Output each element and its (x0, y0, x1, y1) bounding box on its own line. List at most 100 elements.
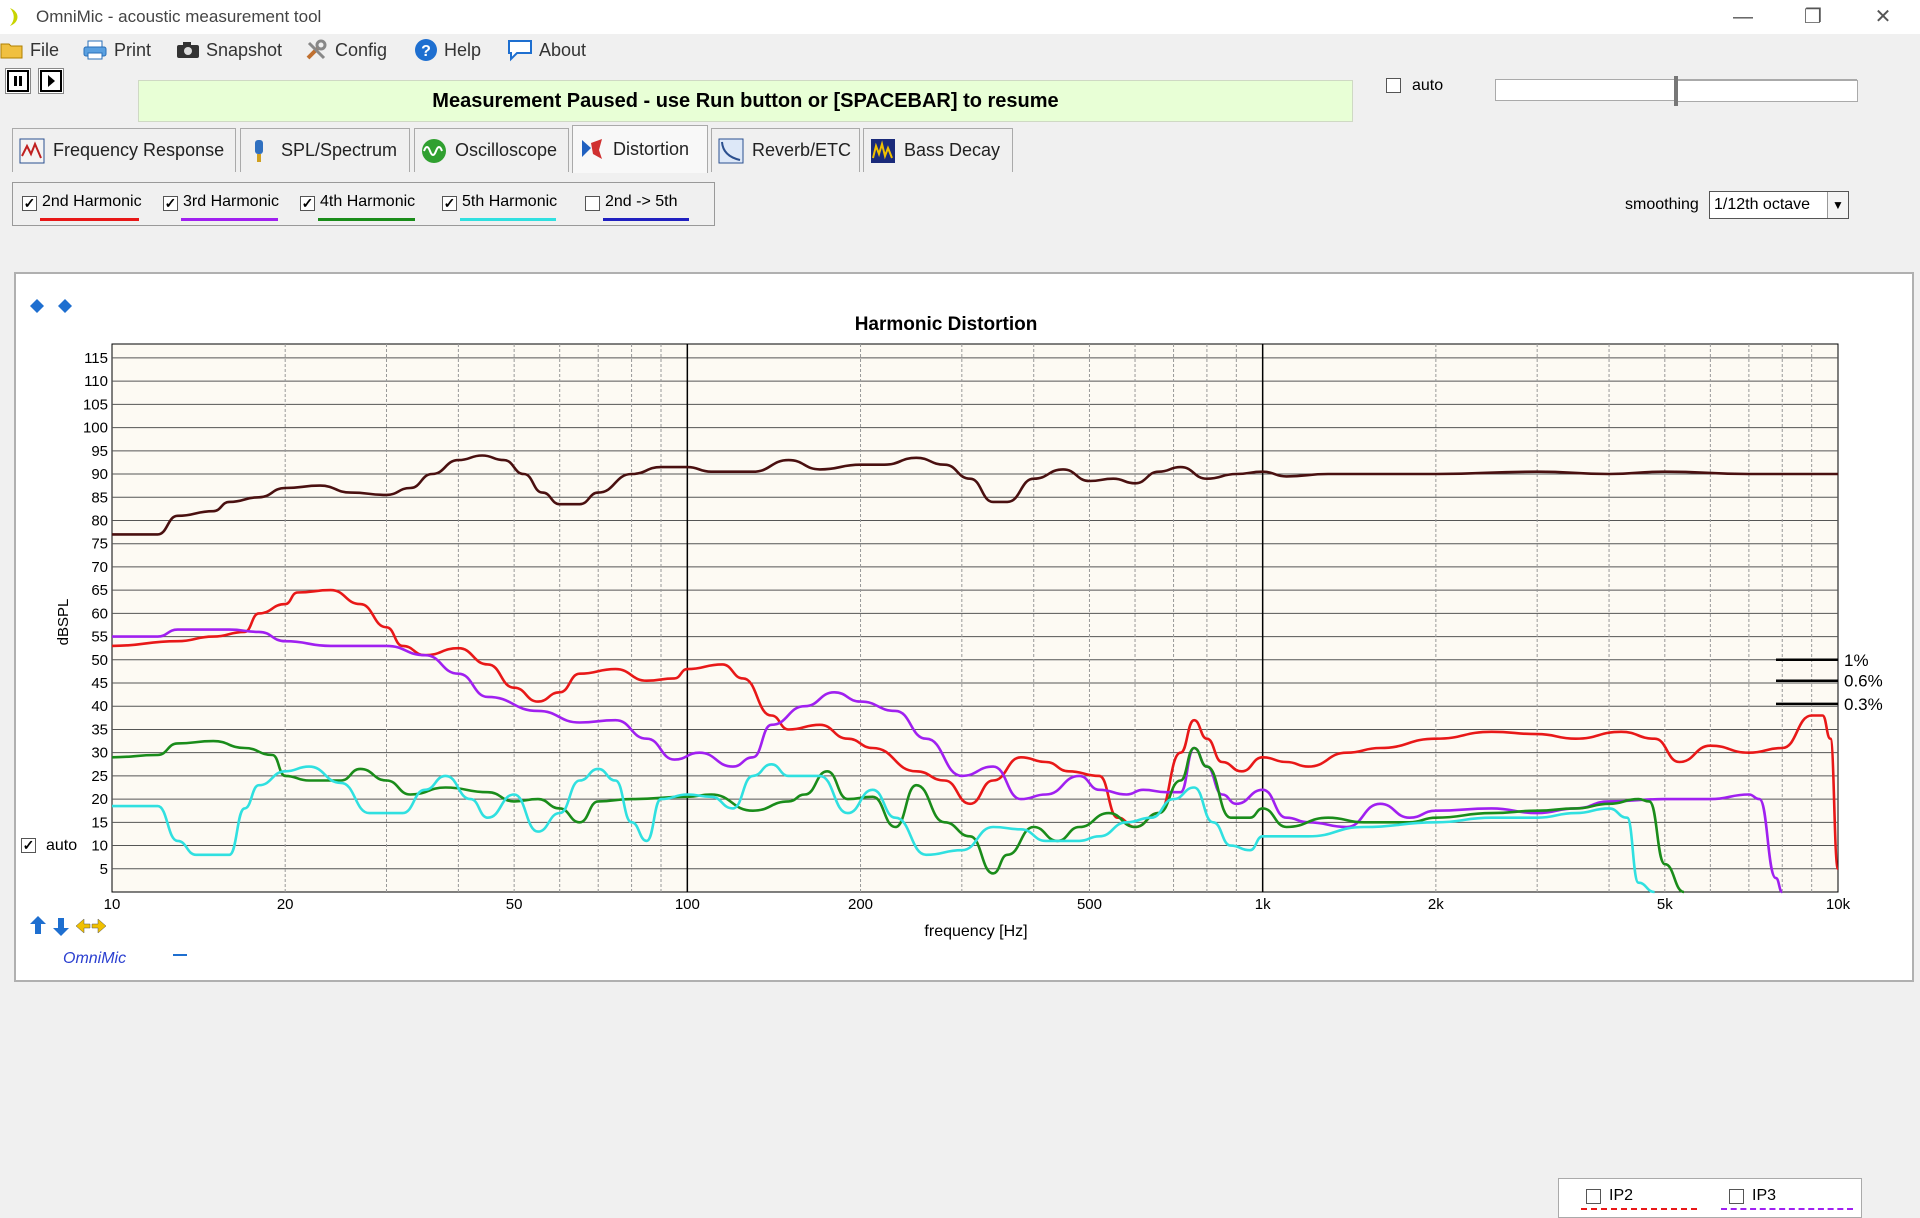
menu-about-label: About (539, 39, 587, 60)
y-tick-label: 10 (91, 838, 108, 855)
ip2-label: IP2 (1609, 1187, 1634, 1204)
ip2-checkbox[interactable] (1586, 1189, 1601, 1204)
title-bar: OmniMic - acoustic measurement tool — ❐ … (0, 0, 1920, 34)
x-tick-label: 5k (1657, 896, 1673, 913)
y-tick-label: 55 (91, 629, 108, 646)
x-tick-label: 10k (1826, 896, 1851, 913)
frequency-response-icon (19, 138, 45, 163)
harmonic-checkbox[interactable]: ✓ (163, 196, 178, 211)
chart-panel: 5 10 15 20 25 30 35 40 45 50 55 60 65 70 75 80 85 90 95 100… (14, 272, 1914, 1218)
level-slider-right[interactable] (1676, 80, 1858, 102)
smoothing-value: 1/12th octave (1714, 196, 1811, 213)
smoothing-label: smoothing (1625, 196, 1699, 213)
menu-help[interactable]: ? Help (414, 38, 481, 62)
step-play-button[interactable] (38, 68, 64, 94)
smoothing-select[interactable]: 1/12th octave ▼ (1709, 191, 1849, 219)
y-tick-label: 110 (84, 373, 108, 390)
tab-oscilloscope[interactable]: Oscilloscope (414, 128, 569, 172)
harmonic-option[interactable]: ✓ 2nd Harmonic (22, 193, 145, 223)
restore-button[interactable]: ❐ (1785, 0, 1841, 34)
y-tick-label: 60 (91, 605, 108, 622)
harmonic-checkbox[interactable]: ✓ (442, 196, 457, 211)
omnimic-logo-icon (10, 8, 18, 26)
zoom-x-out-icon[interactable] (75, 918, 91, 934)
x-tick-label: 1k (1255, 896, 1271, 913)
ip3-line-sample (1721, 1208, 1853, 1210)
tab-distortion[interactable]: Distortion (572, 125, 708, 173)
chart-auto-checkbox[interactable]: ✓ (21, 838, 36, 853)
spectrum-icon (255, 139, 263, 162)
close-button[interactable]: ✕ (1855, 0, 1911, 34)
auto-top-checkbox[interactable] (1386, 78, 1401, 93)
help-icon: ? (415, 39, 437, 61)
chart-title: Harmonic Distortion (855, 314, 1038, 335)
pan-icon[interactable] (30, 299, 44, 313)
ip3-label: IP3 (1752, 1187, 1777, 1204)
harmonic-option[interactable]: ✓ 3rd Harmonic (163, 193, 284, 223)
tab-spl-spectrum[interactable]: SPL/Spectrum (240, 128, 410, 172)
harmonic-color-underline (318, 218, 415, 221)
tab-label: Reverb/ETC (752, 140, 852, 160)
chart-auto-label: auto (46, 837, 78, 854)
menu-snapshot-label: Snapshot (206, 39, 283, 60)
folder-icon (0, 43, 23, 59)
speech-bubble-icon (508, 40, 532, 62)
x-tick-label: 20 (277, 896, 294, 913)
harmonic-label: 2nd -> 5th (605, 193, 678, 210)
menu-config[interactable]: Config (305, 38, 387, 62)
harmonic-option[interactable]: ✓ 5th Harmonic (442, 193, 562, 223)
harmonic-checkbox[interactable]: ✓ (300, 196, 315, 211)
tab-bass-decay[interactable]: Bass Decay (863, 128, 1013, 172)
close-icon: ✕ (1874, 6, 1892, 28)
harmonic-color-underline (460, 218, 556, 221)
minimize-button[interactable]: — (1715, 0, 1771, 34)
minimize-icon: — (1733, 6, 1753, 28)
y-tick-label: 25 (91, 768, 108, 785)
x-tick-label: 50 (506, 896, 523, 913)
y-tick-label: 105 (83, 396, 108, 413)
menu-print-label: Print (114, 39, 152, 60)
harmonic-label: 5th Harmonic (462, 193, 558, 210)
x-axis-label: frequency [Hz] (924, 923, 1027, 940)
menu-config-label: Config (335, 39, 388, 60)
harmonic-checkbox[interactable]: ✓ (22, 196, 37, 211)
menu-about[interactable]: About (507, 38, 586, 62)
menu-bar: File Print Snapshot Config ? Help About (0, 34, 1920, 64)
harmonic-option[interactable]: ✓ 4th Harmonic (300, 193, 421, 223)
auto-top-label: auto (1412, 77, 1444, 94)
y-tick-label: 90 (91, 466, 108, 483)
intermod-options: IP2 IP3 (1558, 1178, 1862, 1218)
tab-label: Distortion (613, 139, 690, 159)
reverb-icon (718, 138, 744, 163)
zoom-y-in-icon[interactable] (30, 916, 46, 934)
y-tick-label: 100 (83, 420, 108, 437)
zoom-fit-icon[interactable] (58, 299, 72, 313)
y-tick-label: 5 (100, 861, 108, 878)
step-play-icon (40, 70, 62, 92)
plot-area (111, 343, 1839, 893)
x-tick-label: 100 (675, 896, 700, 913)
y-tick-label: 85 (91, 489, 108, 506)
harmonic-color-underline (181, 218, 278, 221)
menu-print[interactable]: Print (82, 38, 151, 62)
level-slider-thumb[interactable] (1674, 76, 1678, 106)
tab-frequency-response[interactable]: Frequency Response (12, 128, 236, 172)
harmonic-color-underline (40, 218, 139, 221)
pause-button[interactable] (5, 68, 31, 94)
y-tick-label: 95 (91, 443, 108, 460)
x-tick-label: 200 (848, 896, 873, 913)
menu-file[interactable]: File (0, 38, 59, 62)
ip3-checkbox[interactable] (1729, 1189, 1744, 1204)
x-tick-label: 2k (1428, 896, 1444, 913)
zoom-x-in-icon[interactable] (91, 918, 107, 934)
y-axis-label: dBSPL (55, 599, 72, 646)
harmonic-color-underline (603, 218, 689, 221)
harmonic-option[interactable]: 2nd -> 5th (585, 193, 695, 223)
zoom-y-out-icon[interactable] (53, 918, 69, 936)
tab-reverb-etc[interactable]: Reverb/ETC (711, 128, 860, 172)
pause-icon (7, 70, 29, 92)
harmonic-label: 2nd Harmonic (42, 193, 142, 210)
tab-label: SPL/Spectrum (281, 140, 398, 160)
menu-snapshot[interactable]: Snapshot (176, 38, 282, 62)
harmonic-checkbox[interactable] (585, 196, 600, 211)
